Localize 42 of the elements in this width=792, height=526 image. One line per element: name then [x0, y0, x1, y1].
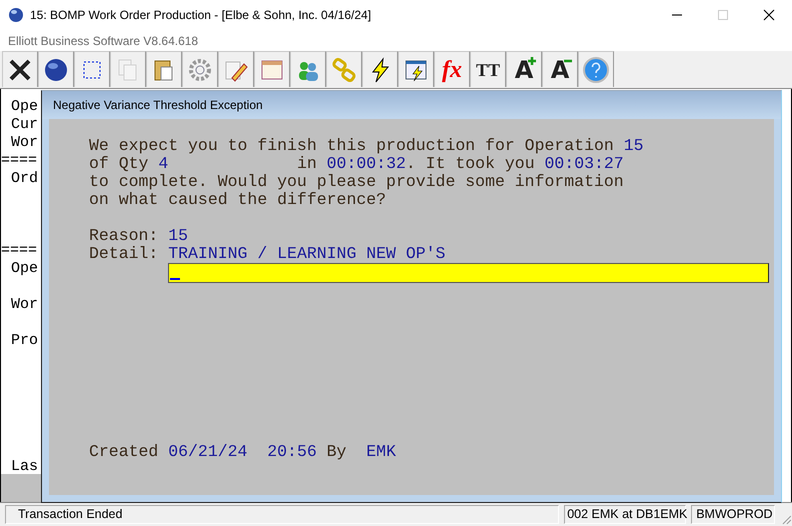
- window-title: 15: BOMP Work Order Production - [Elbe & Sohn, Inc. 04/16/24]: [30, 8, 372, 22]
- form-label: Las: [10, 458, 40, 476]
- detail-label: Detail:: [89, 244, 158, 263]
- message-text: of Qty: [89, 154, 150, 173]
- field-value: EMK: [366, 442, 396, 461]
- close-icon[interactable]: [763, 9, 775, 21]
- form-label: Pro: [10, 332, 40, 350]
- empty-panel: [1, 474, 41, 502]
- field-value: 00:03:27: [544, 154, 624, 173]
- form-label: Ope: [10, 260, 40, 278]
- message-text: Created: [89, 442, 160, 461]
- reason-label: Reason:: [89, 226, 158, 245]
- status-message: Transaction Ended: [5, 505, 560, 524]
- message-text: on what caused the difference?: [89, 190, 386, 209]
- text-cursor: [170, 278, 180, 280]
- detail-value: TRAINING / LEARNING NEW OP'S: [168, 244, 446, 263]
- form-label: Wor: [10, 134, 40, 152]
- field-value: 20:56: [267, 442, 317, 461]
- form-label: ====: [1, 242, 38, 260]
- globe-icon: [8, 7, 24, 23]
- form-label: Ope: [10, 98, 40, 116]
- form-label: ====: [1, 152, 38, 170]
- resize-grip-icon: [780, 513, 792, 525]
- message-text: to complete. Would you please provide some information: [89, 172, 624, 191]
- help-icon[interactable]: [582, 56, 610, 84]
- message-text: in: [296, 154, 318, 173]
- detail-input-field[interactable]: [168, 263, 769, 283]
- field-value: 00:00:32: [326, 154, 406, 173]
- field-value: 06/21/24: [168, 442, 248, 461]
- form-label: Ord: [10, 170, 40, 188]
- reason-value: 15: [168, 226, 188, 245]
- app-version: Elliott Business Software V8.64.618: [8, 34, 198, 48]
- form-label: Cur: [10, 116, 40, 134]
- field-value: 4: [158, 154, 168, 173]
- status-program: BMWOPROD: [691, 505, 776, 524]
- dialog-title: Negative Variance Threshold Exception: [53, 98, 263, 112]
- field-value: 15: [624, 136, 644, 155]
- message-text: . It took you: [406, 154, 536, 173]
- message-text: We expect you to finish this production for Operation: [89, 136, 615, 155]
- form-label: Wor: [10, 296, 40, 314]
- status-user: 002 EMK at DB1EMK: [564, 505, 686, 524]
- message-text: By: [326, 442, 348, 461]
